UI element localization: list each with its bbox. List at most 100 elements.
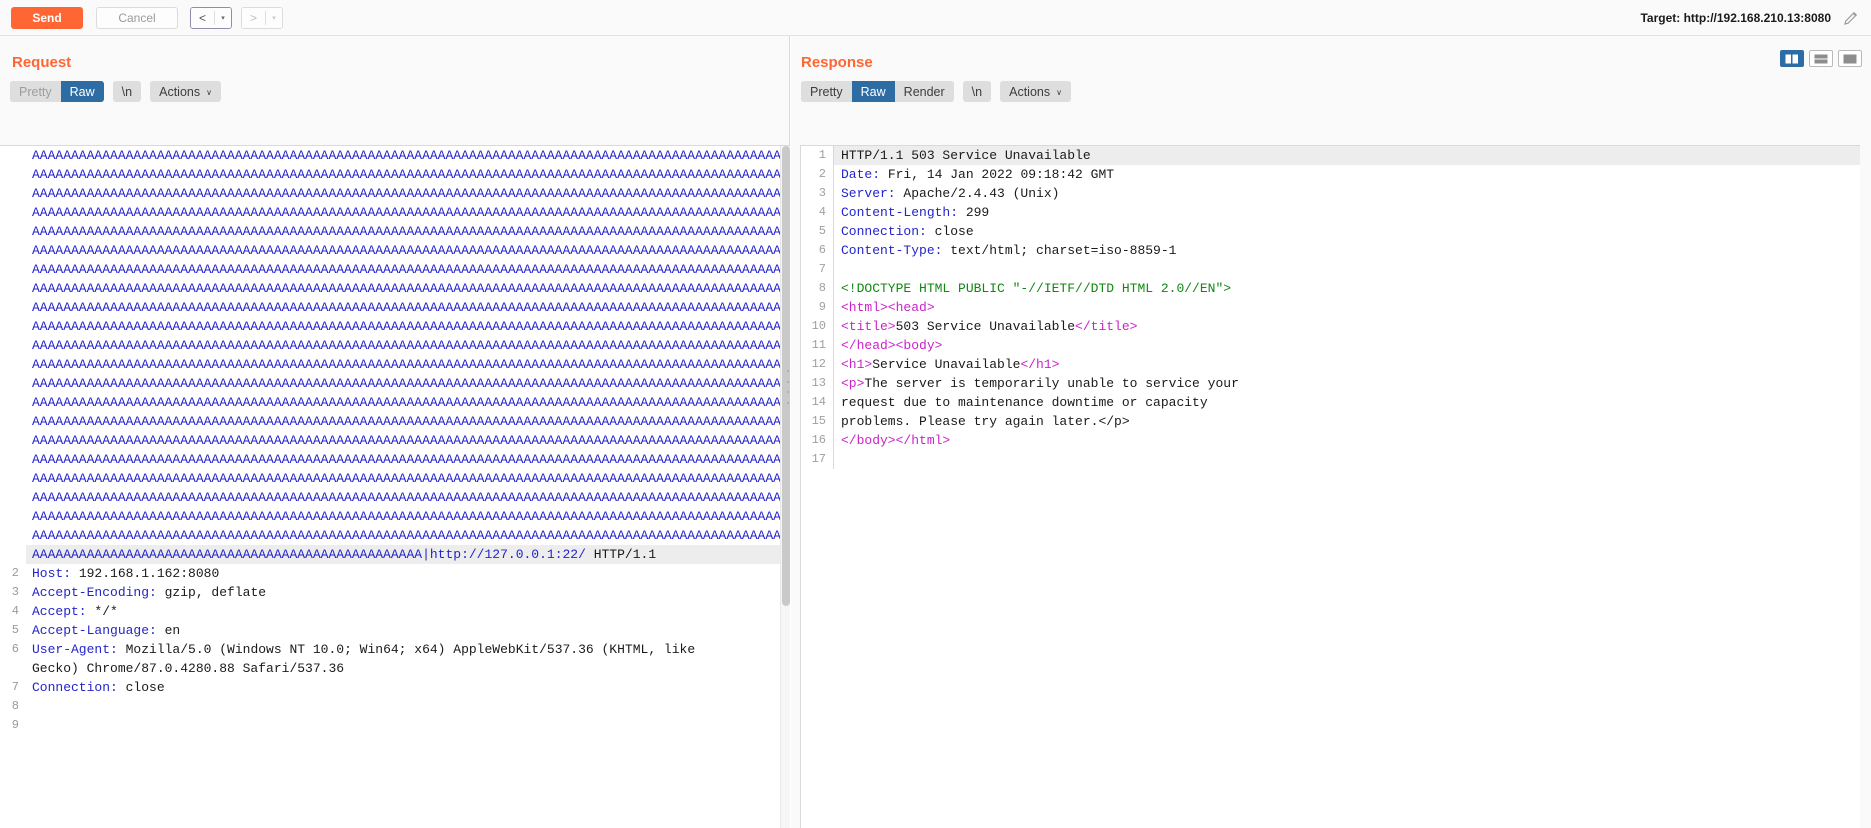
line-content: AAAAAAAAAAAAAAAAAAAAAAAAAAAAAAAAAAAAAAAA… <box>26 241 790 260</box>
header-key: Content-Length: <box>841 205 959 220</box>
response-tab-render[interactable]: Render <box>894 81 954 102</box>
header-value: */* <box>86 604 118 619</box>
top-toolbar: Send Cancel < ▾ > ▾ Target: http://192.1… <box>0 0 1871 36</box>
line-content: AAAAAAAAAAAAAAAAAAAAAAAAAAAAAAAAAAAAAAAA… <box>26 488 790 507</box>
request-code-line: AAAAAAAAAAAAAAAAAAAAAAAAAAAAAAAAAAAAAAAA… <box>0 298 790 317</box>
response-newline-toggle[interactable]: \n <box>962 81 992 102</box>
panel-splitter-handle[interactable] <box>786 370 790 404</box>
line-number <box>0 526 26 545</box>
html-tag-token: </h1> <box>1020 357 1060 372</box>
request-actions-button[interactable]: Actions ∨ <box>150 81 221 102</box>
line-content: AAAAAAAAAAAAAAAAAAAAAAAAAAAAAAAAAAAAAAAA… <box>26 184 790 203</box>
request-code-line: AAAAAAAAAAAAAAAAAAAAAAAAAAAAAAAAAAAAAAAA… <box>0 203 790 222</box>
layout-side-by-side-button[interactable] <box>1780 50 1804 67</box>
request-tab-raw[interactable]: Raw <box>60 81 104 102</box>
request-code-line: 2 Host: 192.168.1.162:8080 <box>0 564 790 583</box>
chevron-down-icon: ∨ <box>1056 88 1062 97</box>
next-request-group[interactable]: > ▾ <box>241 6 283 29</box>
payload-filler-text: AAAAAAAAAAAAAAAAAAAAAAAAAAAAAAAAAAAAAAAA… <box>32 490 789 505</box>
line-number <box>0 545 26 564</box>
line-number <box>0 146 26 165</box>
request-code-line: AAAAAAAAAAAAAAAAAAAAAAAAAAAAAAAAAAAAAAAA… <box>0 222 790 241</box>
line-number: 5 <box>0 621 26 640</box>
line-content: AAAAAAAAAAAAAAAAAAAAAAAAAAAAAAAAAAAAAAAA… <box>26 393 790 412</box>
previous-arrow-icon[interactable]: < <box>191 7 214 28</box>
header-value: gzip, deflate <box>156 585 267 600</box>
response-actions-button[interactable]: Actions ∨ <box>1000 81 1071 102</box>
layout-stacked-rows-button[interactable] <box>1809 50 1833 67</box>
line-number: 12 <box>801 355 833 374</box>
send-button[interactable]: Send <box>11 6 83 29</box>
line-number <box>0 241 26 260</box>
request-code-line: 8 <box>0 697 790 716</box>
request-newline-label[interactable]: \n <box>112 81 142 102</box>
response-title: Response <box>801 54 873 71</box>
request-code-line: 6 User-Agent: Mozilla/5.0 (Windows NT 10.… <box>0 640 790 659</box>
response-newline-label[interactable]: \n <box>962 81 992 102</box>
request-code-line: AAAAAAAAAAAAAAAAAAAAAAAAAAAAAAAAAAAAAAAA… <box>0 165 790 184</box>
line-content: AAAAAAAAAAAAAAAAAAAAAAAAAAAAAAAAAAAAAAAA… <box>26 146 790 165</box>
pencil-icon[interactable] <box>1842 9 1860 27</box>
request-editor[interactable]: AAAAAAAAAAAAAAAAAAAAAAAAAAAAAAAAAAAAAAAA… <box>0 145 790 828</box>
line-content: <title>503 Service Unavailable</title> <box>833 317 1860 336</box>
payload-filler-text: AAAAAAAAAAAAAAAAAAAAAAAAAAAAAAAAAAAAAAAA… <box>32 338 789 353</box>
request-code-line: AAAAAAAAAAAAAAAAAAAAAAAAAAAAAAAAAAAAAAAA… <box>0 260 790 279</box>
chevron-down-icon: ∨ <box>206 88 212 97</box>
request-code-line: AAAAAAAAAAAAAAAAAAAAAAAAAAAAAAAAAAAAAAAA… <box>0 279 790 298</box>
line-content <box>833 450 1860 469</box>
payload-filler-text: AAAAAAAAAAAAAAAAAAAAAAAAAAAAAAAAAAAAAAAA… <box>32 148 789 163</box>
line-content: Accept-Encoding: gzip, deflate <box>26 583 790 602</box>
header-value: close <box>117 680 165 695</box>
header-key: Date: <box>841 167 881 182</box>
line-content: Accept: */* <box>26 602 790 621</box>
payload-protocol: HTTP/1.1 <box>585 547 657 562</box>
previous-dropdown-caret-icon[interactable]: ▾ <box>215 7 231 28</box>
response-code-line: 6 Content-Type: text/html; charset=iso-88… <box>801 241 1860 260</box>
line-content: AAAAAAAAAAAAAAAAAAAAAAAAAAAAAAAAAAAAAAAA… <box>26 222 790 241</box>
line-number: 1 <box>801 146 833 165</box>
response-editor[interactable]: 1 HTTP/1.1 503 Service Unavailable 2 Date: … <box>800 145 1860 828</box>
line-number <box>0 507 26 526</box>
html-tag-token: </body> <box>841 433 896 448</box>
request-tab-pretty[interactable]: Pretty <box>10 81 61 102</box>
next-dropdown-caret-icon[interactable]: ▾ <box>266 7 282 28</box>
request-code-line: AAAAAAAAAAAAAAAAAAAAAAAAAAAAAAAAAAAAAAAA… <box>0 184 790 203</box>
response-view-mode-segmented[interactable]: Pretty Raw Render <box>801 81 954 102</box>
request-view-mode-segmented[interactable]: Pretty Raw <box>10 81 104 102</box>
header-value: 192.168.1.162:8080 <box>71 566 220 581</box>
line-number <box>0 469 26 488</box>
request-actions-menu[interactable]: Actions ∨ <box>150 81 221 102</box>
payload-filler-text: AAAAAAAAAAAAAAAAAAAAAAAAAAAAAAAAAAAAAAAA… <box>32 452 789 467</box>
request-code-line: 5 Accept-Language: en <box>0 621 790 640</box>
next-arrow-icon[interactable]: > <box>242 7 265 28</box>
line-number: 2 <box>0 564 26 583</box>
request-code-line: AAAAAAAAAAAAAAAAAAAAAAAAAAAAAAAAAAAAAAAA… <box>0 241 790 260</box>
line-content <box>833 260 1860 279</box>
line-content: AAAAAAAAAAAAAAAAAAAAAAAAAAAAAAAAAAAAAAAA… <box>26 260 790 279</box>
response-tab-pretty[interactable]: Pretty <box>801 81 852 102</box>
request-newline-toggle[interactable]: \n <box>112 81 142 102</box>
line-content: request due to maintenance downtime or c… <box>833 393 1860 412</box>
response-code-line: 11 </head><body> <box>801 336 1860 355</box>
request-vertical-scrollbar[interactable] <box>780 146 790 828</box>
response-tab-raw[interactable]: Raw <box>851 81 895 102</box>
response-code-line: 14 request due to maintenance downtime or… <box>801 393 1860 412</box>
layout-single-pane-button[interactable] <box>1838 50 1862 67</box>
line-content: AAAAAAAAAAAAAAAAAAAAAAAAAAAAAAAAAAAAAAAA… <box>26 526 790 545</box>
request-panel: Request Pretty Raw \n Actions ∨ AAAAAAAA… <box>0 36 790 828</box>
line-number: 16 <box>801 431 833 450</box>
line-number: 6 <box>0 640 26 659</box>
request-code-line: AAAAAAAAAAAAAAAAAAAAAAAAAAAAAAAAAAAAAAAA… <box>0 488 790 507</box>
line-number <box>0 450 26 469</box>
request-actions-label: Actions <box>159 84 201 99</box>
request-code-lines: AAAAAAAAAAAAAAAAAAAAAAAAAAAAAAAAAAAAAAAA… <box>0 146 790 735</box>
rows-icon <box>1814 54 1828 63</box>
header-value: text/html; charset=iso-8859-1 <box>942 243 1177 258</box>
response-actions-menu[interactable]: Actions ∨ <box>1000 81 1071 102</box>
line-content: <h1>Service Unavailable</h1> <box>833 355 1860 374</box>
response-toolbar: Pretty Raw Render \n Actions ∨ <box>801 81 1871 102</box>
doctype-token: <!DOCTYPE HTML PUBLIC "-//IETF//DTD HTML… <box>841 281 1232 296</box>
cancel-button[interactable]: Cancel <box>96 6 178 29</box>
previous-request-group[interactable]: < ▾ <box>190 6 232 29</box>
line-number: 4 <box>801 203 833 222</box>
